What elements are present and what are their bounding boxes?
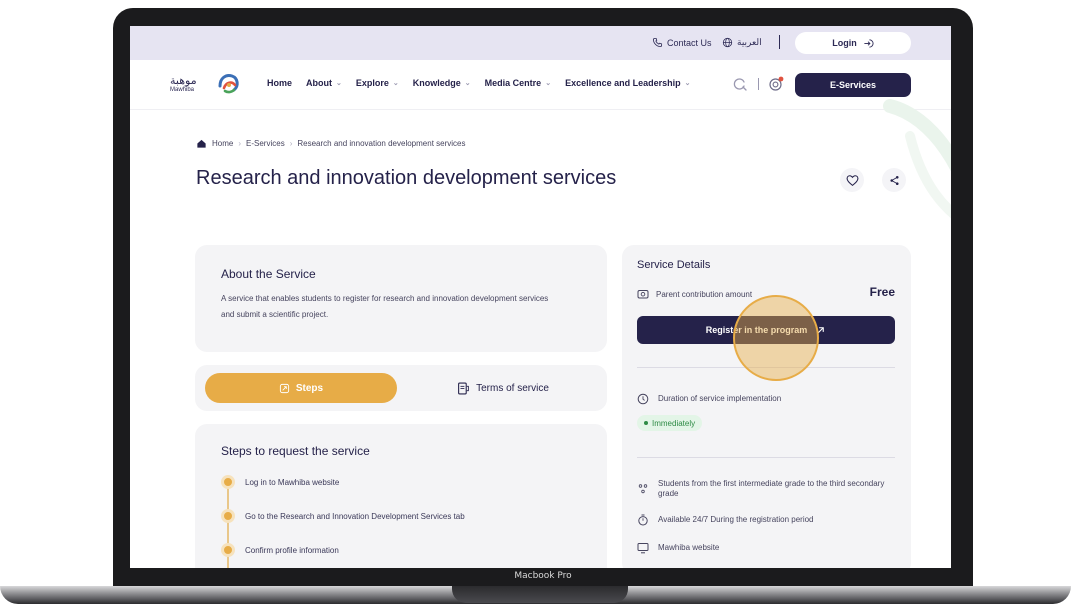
clock-icon [637,393,649,405]
nav-item-label: Knowledge [412,78,461,88]
nav-item-excellence-leadership[interactable]: Excellence and Leadership ⌄ [565,78,690,88]
nav-item-home[interactable]: Home [267,78,292,88]
mawhiba-logo[interactable]: موهبة Mawhiba [170,70,250,100]
globe-icon [722,37,733,48]
nav-item-explore[interactable]: Explore ⌄ [356,78,399,88]
wallet-icon [637,290,649,299]
nav-item-knowledge[interactable]: Knowledge ⌄ [413,78,471,88]
service-details-card: Service Details Parent contribution amou… [622,245,911,568]
status-badge-label: Immediately [652,418,696,428]
utility-bar: Contact Us العربية Login [130,26,951,60]
nav-menu: Home About ⌄ Explore ⌄ Knowledge ⌄ Media Ce… [267,78,691,88]
browser-screen: Contact Us العربية Login موهبة Mawhiba H… [130,26,951,568]
chevron-right-icon: › [289,139,293,148]
topbar-divider [779,35,780,49]
tab-terms-label: Terms of service [476,382,549,394]
nav-item-label: Home [267,78,293,88]
step-item: Log in to Mawhiba website [221,475,339,489]
details-title: Service Details [637,259,711,271]
availability-row: Available 24/7 During the registration p… [637,514,895,526]
fee-value: Free [869,285,895,299]
chevron-down-icon: ⌄ [684,80,691,87]
audience-label: Students from the first intermediate gra… [658,479,885,498]
about-service-card: About the Service A service that enables… [195,245,607,352]
logo-arabic-text: موهبة [170,74,197,87]
tab-steps-label: Steps [295,382,324,394]
step-dot-icon [221,475,235,489]
step-dot-icon [221,543,235,557]
tab-steps[interactable]: Steps [205,373,397,403]
logo-english-text: Mawhiba [170,87,195,93]
steps-card: Steps to request the service Log in to M… [195,424,607,568]
step-dot-icon [221,509,235,523]
heart-icon [846,174,858,186]
nav-item-label: Media Centre [484,78,542,88]
contact-us-link[interactable]: Contact Us [652,37,712,48]
logo-mark-icon [218,74,239,94]
duration-row: Duration of service implementation [637,393,895,405]
login-button[interactable]: Login [795,32,911,54]
breadcrumb-home[interactable]: Home [212,139,233,148]
fee-label: Parent contribution amount [656,289,753,299]
step-item: Confirm profile information [221,543,339,557]
main-nav: موهبة Mawhiba Home About ⌄ Explore ⌄ Knowl… [130,60,951,110]
eservices-button[interactable]: E-Services [795,73,911,97]
language-label: العربية [737,37,762,47]
nav-item-media-centre[interactable]: Media Centre ⌄ [485,78,551,88]
nav-item-label: Explore [355,78,389,88]
click-highlight [733,295,819,381]
breadcrumb-eservices[interactable]: E-Services [246,139,285,148]
audience-row: Students from the first intermediate gra… [637,479,895,499]
phone-icon [652,37,663,48]
stopwatch-icon [638,514,648,526]
home-icon [197,139,206,148]
step-item: Go to the Research and Innovation Develo… [221,509,465,523]
nav-divider [758,78,759,90]
tab-terms-of-service[interactable]: Terms of service [407,373,599,403]
chevron-down-icon: ⌄ [392,80,399,87]
chevron-down-icon: ⌄ [545,80,552,87]
nav-item-label: Excellence and Leadership [565,78,681,88]
chevron-right-icon: › [238,139,242,148]
ai-assistant-icon[interactable] [768,76,784,92]
breadcrumb: Home › E-Services › Research and innovat… [196,138,465,149]
laptop-notch [452,586,628,603]
favorite-button[interactable] [840,168,864,192]
device-label: Macbook Pro [514,571,572,581]
channel-label: Mawhiba website [658,543,720,552]
step-label: Confirm profile information [245,545,339,555]
about-title: About the Service [221,267,316,281]
status-dot-icon [644,421,648,425]
nav-item-label: About [306,78,333,88]
search-icon[interactable] [733,77,747,91]
stage: Contact Us العربية Login موهبة Mawhiba H… [0,0,1071,614]
share-icon [889,175,899,185]
contact-us-label: Contact Us [667,37,712,48]
document-icon [458,382,469,394]
breadcrumb-current: Research and innovation development serv… [297,139,466,148]
channel-row: Mawhiba website [637,542,895,554]
step-label: Go to the Research and Innovation Develo… [245,511,465,521]
page-title: Research and innovation development serv… [196,167,617,189]
login-arrow-icon [864,38,874,48]
students-icon [638,484,648,494]
language-switch[interactable]: العربية [722,37,762,48]
step-label: Log in to Mawhiba website [245,477,340,487]
about-description: A service that enables students to regis… [221,294,549,319]
status-badge: Immediately [637,415,703,431]
availability-label: Available 24/7 During the registration p… [658,515,814,524]
details-divider [637,457,895,458]
share-button[interactable] [882,168,906,192]
monitor-icon [637,543,649,554]
chevron-down-icon: ⌄ [336,80,342,87]
login-label: Login [832,38,857,48]
tabs-card: Steps Terms of service [195,365,607,411]
steps-title: Steps to request the service [221,444,370,458]
chevron-down-icon: ⌄ [464,80,471,87]
nav-item-about[interactable]: About ⌄ [306,78,342,88]
duration-label: Duration of service implementation [658,394,782,403]
eservices-label: E-Services [829,80,877,90]
laptop-chin: Macbook Pro [113,568,973,586]
steps-icon [279,383,289,393]
